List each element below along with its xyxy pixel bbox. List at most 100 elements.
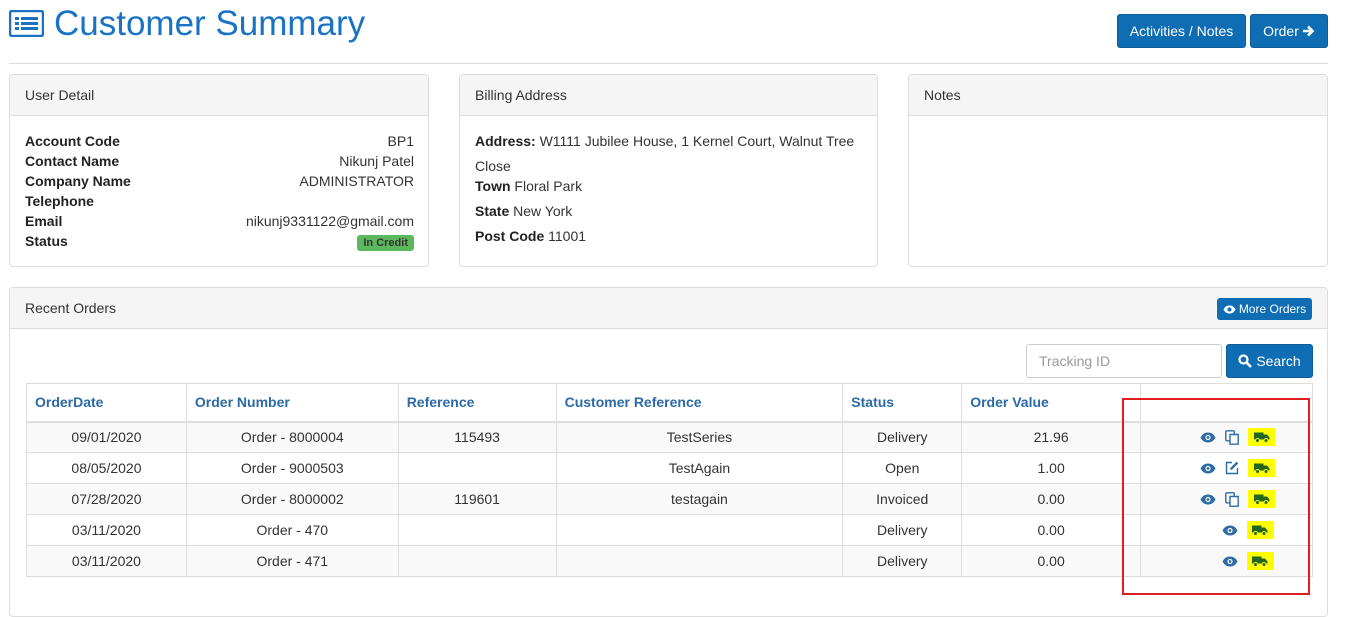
activities-notes-button[interactable]: Activities / Notes [1117,14,1246,48]
order-value-cell: 0.00 [961,514,1142,546]
column-header-order-number[interactable]: Order Number [185,383,399,423]
address-value: W1111 Jubilee House, 1 Kernel Court, Wal… [539,133,855,149]
column-header-reference[interactable]: Reference [397,383,557,423]
customer-reference-cell [555,514,844,546]
order-button[interactable]: Order [1250,14,1328,48]
user-detail-heading: User Detail [10,75,428,116]
customer-reference-cell: testagain [555,483,844,515]
copy-icon[interactable] [1225,429,1239,445]
recent-orders-table: OrderDate Order Number Reference Custome… [26,383,1313,577]
address-line-2: Close [475,158,511,174]
customer-reference-cell [555,545,844,577]
eye-icon[interactable] [1200,494,1216,505]
truck-icon[interactable] [1246,521,1274,539]
customer-reference-cell: TestAgain [555,452,844,484]
order-number-cell: Order - 470 [185,514,399,546]
search-button[interactable]: Search [1226,344,1313,378]
search-icon [1238,354,1253,368]
reference-cell [397,514,557,546]
postcode-value: 11001 [548,228,587,244]
order-number-cell: Order - 8000002 [185,483,399,515]
eye-icon[interactable] [1222,556,1238,567]
eye-icon[interactable] [1200,463,1216,474]
table-row: 08/05/2020 Order - 9000503 TestAgain Ope… [26,452,1313,484]
order-number-cell: Order - 8000004 [185,421,399,453]
more-orders-label: More Orders [1238,302,1307,316]
edit-icon[interactable] [1225,461,1239,475]
town-label: Town [475,178,511,194]
company-name-value: ADMINISTRATOR [299,173,414,189]
order-value-cell: 0.00 [961,545,1142,577]
truck-icon[interactable] [1248,459,1276,477]
reference-cell [397,545,557,577]
arrow-right-icon [1302,25,1315,37]
status-row: Status In Credit [25,233,414,253]
postcode-label: Post Code [475,228,545,244]
copy-icon[interactable] [1225,491,1239,507]
column-header-actions [1140,383,1313,423]
order-number-cell: Order - 471 [185,545,399,577]
order-value-cell: 1.00 [961,452,1142,484]
telephone-label: Telephone [25,193,94,209]
eye-icon [1223,305,1236,313]
column-header-order-value[interactable]: Order Value [961,383,1142,423]
order-number-cell: Order - 9000503 [185,452,399,484]
actions-cell [1140,421,1313,453]
account-code-label: Account Code [25,133,120,149]
truck-icon[interactable] [1246,552,1274,570]
table-row: 09/01/2020 Order - 8000004 115493 TestSe… [26,421,1313,453]
customer-reference-cell: TestSeries [555,421,844,453]
more-orders-button[interactable]: More Orders [1217,298,1312,320]
status-cell: Open [842,452,963,484]
truck-icon[interactable] [1248,428,1276,447]
actions-cell [1140,483,1313,515]
contact-name-row: Contact Name Nikunj Patel [25,153,414,173]
billing-address-panel: Billing Address Address: W1111 Jubilee H… [459,74,878,267]
order-date-cell: 07/28/2020 [26,483,187,515]
telephone-row: Telephone [25,193,414,213]
table-row: 07/28/2020 Order - 8000002 119601 testag… [26,483,1313,515]
order-value-cell: 0.00 [961,483,1142,515]
order-date-cell: 09/01/2020 [26,421,187,453]
divider [9,63,1328,64]
address-line: Address: W1111 Jubilee House, 1 Kernel C… [475,133,854,149]
truck-icon[interactable] [1248,490,1276,508]
page-header: Customer Summary Activities / Notes Orde… [0,0,1345,64]
notes-panel: Notes [908,74,1328,267]
town-line: Town Floral Park [475,178,582,194]
order-date-cell: 03/11/2020 [26,545,187,577]
email-label: Email [25,213,63,229]
reference-cell: 119601 [397,483,557,515]
state-line: State New York [475,203,572,219]
postcode-line: Post Code 11001 [475,228,586,244]
town-value: Floral Park [514,178,583,194]
recent-orders-header: Recent Orders [10,288,1327,329]
column-header-status[interactable]: Status [842,383,963,423]
status-label: Status [25,233,68,249]
eye-icon[interactable] [1200,432,1216,443]
table-row: 03/11/2020 Order - 470 Delivery 0.00 [26,514,1313,546]
reference-cell [397,452,557,484]
eye-icon[interactable] [1222,525,1238,536]
column-header-order-date[interactable]: OrderDate [26,383,187,423]
table-row: 03/11/2020 Order - 471 Delivery 0.00 [26,545,1313,577]
account-code-value: BP1 [387,133,414,149]
contact-name-label: Contact Name [25,153,120,169]
page-title: Customer Summary [54,4,366,43]
status-cell: Invoiced [842,483,963,515]
status-cell: Delivery [842,545,963,577]
table-header-row: OrderDate Order Number Reference Custome… [26,383,1313,423]
reference-cell: 115493 [397,421,557,453]
list-icon [9,10,44,37]
order-button-label: Order [1263,23,1299,39]
status-cell: Delivery [842,421,963,453]
email-row: Email nikunj9331122@gmail.com [25,213,414,233]
notes-heading: Notes [909,75,1327,116]
actions-cell [1140,452,1313,484]
company-name-row: Company Name ADMINISTRATOR [25,173,414,193]
company-name-label: Company Name [25,173,131,189]
state-value: New York [513,203,573,219]
order-value-cell: 21.96 [961,421,1142,453]
tracking-id-input[interactable] [1026,344,1222,378]
column-header-customer-reference[interactable]: Customer Reference [555,383,844,423]
